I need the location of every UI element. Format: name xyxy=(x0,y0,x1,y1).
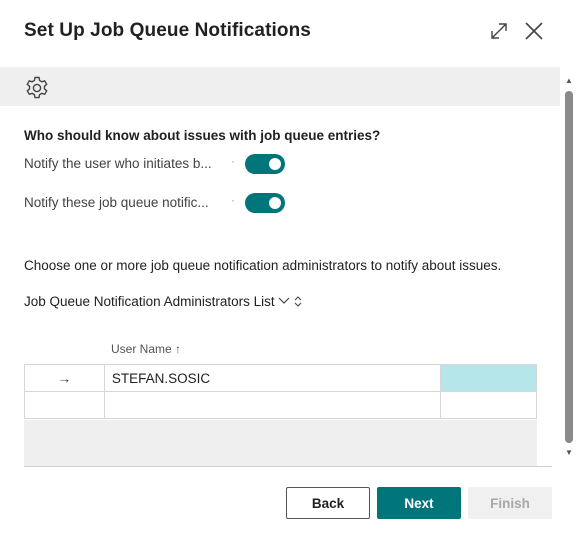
expand-icon[interactable] xyxy=(488,20,510,42)
user-name-cell[interactable]: STEFAN.SOSIC xyxy=(103,364,441,392)
setup-dialog: Set Up Job Queue Notifications ▲ ▼ Who s… xyxy=(0,0,576,543)
column-header-user-name[interactable]: User Name ↑ xyxy=(111,342,181,356)
instruction-text: Choose one or more job queue notificatio… xyxy=(24,258,502,273)
row-extra-cell[interactable] xyxy=(439,391,538,419)
settings-banner xyxy=(0,67,560,106)
user-name-cell[interactable] xyxy=(103,391,441,419)
notification-question: Who should know about issues with job qu… xyxy=(24,128,381,143)
row-marker xyxy=(24,391,105,419)
notify-admins-toggle[interactable] xyxy=(245,193,285,213)
table-row[interactable] xyxy=(24,391,538,419)
dialog-title: Set Up Job Queue Notifications xyxy=(24,20,311,41)
option-notify-initiator: Notify the user who initiates b... · xyxy=(24,154,304,176)
table-row[interactable]: → STEFAN.SOSIC xyxy=(24,364,538,392)
sort-icon[interactable] xyxy=(294,295,302,308)
back-button[interactable]: Back xyxy=(286,487,370,519)
field-dots: · xyxy=(231,193,235,207)
row-extra-cell[interactable] xyxy=(439,364,538,392)
finish-button: Finish xyxy=(468,487,552,519)
admin-list-title[interactable]: Job Queue Notification Administrators Li… xyxy=(24,294,302,309)
scroll-down-arrow[interactable]: ▼ xyxy=(565,448,573,457)
column-header-label: User Name xyxy=(111,342,172,356)
notify-initiator-toggle[interactable] xyxy=(245,154,285,174)
scroll-up-arrow[interactable]: ▲ xyxy=(565,76,573,85)
scrollbar-thumb[interactable] xyxy=(565,91,573,443)
gear-icon xyxy=(24,75,50,101)
footer-divider xyxy=(24,466,552,467)
option-label: Notify the user who initiates b... xyxy=(24,156,212,171)
admin-users-grid: → STEFAN.SOSIC xyxy=(24,364,538,419)
sort-ascending-icon: ↑ xyxy=(175,342,182,356)
next-button[interactable]: Next xyxy=(377,487,461,519)
field-dots: · xyxy=(231,154,235,168)
close-icon[interactable] xyxy=(523,20,545,42)
option-label: Notify these job queue notific... xyxy=(24,195,209,210)
admin-list-title-text: Job Queue Notification Administrators Li… xyxy=(24,294,275,309)
row-marker: → xyxy=(24,364,105,392)
chevron-down-icon[interactable] xyxy=(278,296,290,308)
option-notify-admins: Notify these job queue notific... · xyxy=(24,193,304,215)
grid-empty-area xyxy=(24,420,537,466)
